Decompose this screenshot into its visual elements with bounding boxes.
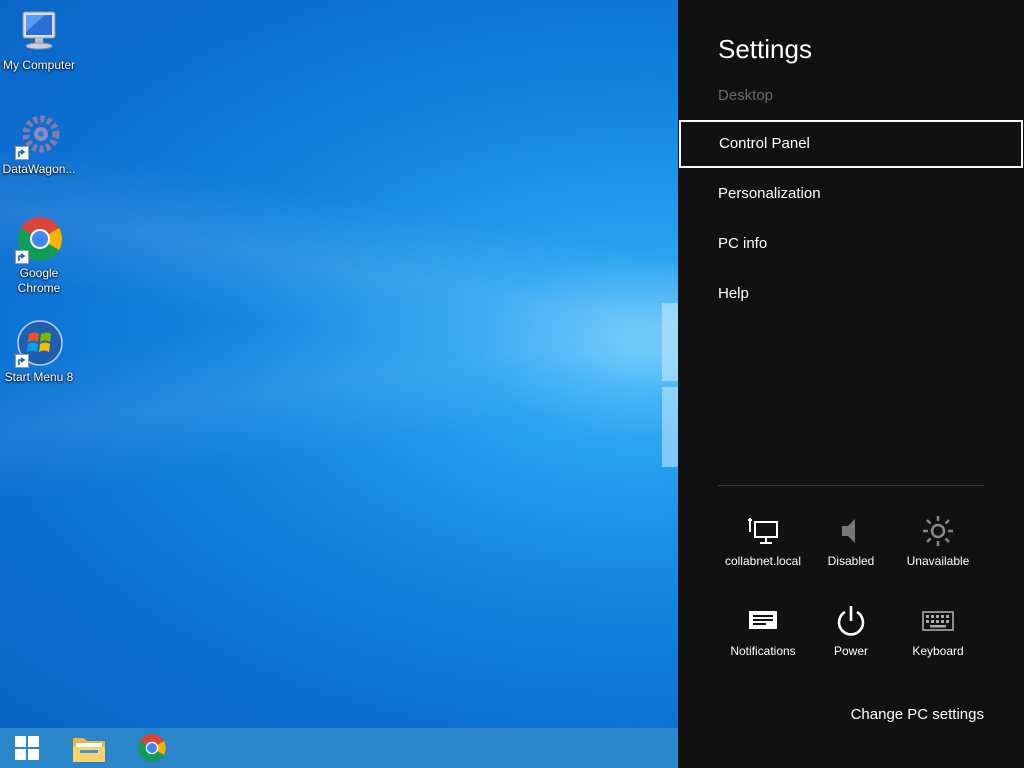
quick-label: collabnet.local (724, 554, 802, 568)
taskbar-chrome[interactable] (128, 728, 176, 768)
power-icon (837, 606, 865, 636)
start-menu-8-icon (15, 320, 63, 368)
wallpaper-window-pane (662, 387, 678, 467)
settings-item-personalization[interactable]: Personalization (679, 170, 1023, 218)
network-icon (748, 518, 778, 544)
desktop-icon-google-chrome[interactable]: Google Chrome (2, 216, 76, 296)
quick-volume[interactable]: Disabled (807, 512, 895, 582)
shortcut-arrow-icon (15, 146, 29, 160)
quick-notifications[interactable]: Notifications (719, 602, 807, 672)
quick-brightness[interactable]: Unavailable (894, 512, 982, 582)
quick-label: Power (833, 644, 868, 658)
desktop-icon-label: My Computer (2, 58, 76, 72)
settings-item-pc-info[interactable]: PC info (679, 220, 1023, 268)
desktop-icon-datawagon[interactable]: DataWagon... (2, 112, 76, 177)
keyboard-icon (922, 611, 954, 631)
settings-item-help[interactable]: Help (679, 270, 1023, 318)
taskbar-file-explorer[interactable] (65, 728, 113, 768)
shortcut-arrow-icon (15, 354, 29, 368)
desktop-icon-my-computer[interactable]: My Computer (2, 8, 76, 73)
wallpaper-window-pane (662, 303, 678, 381)
brightness-icon (923, 516, 953, 546)
divider (718, 485, 984, 486)
desktop-icon-label: Google Chrome (17, 266, 61, 295)
quick-keyboard[interactable]: Keyboard (894, 602, 982, 672)
volume-icon (842, 519, 855, 543)
shortcut-arrow-icon (15, 250, 29, 264)
quick-label: Keyboard (912, 644, 964, 658)
computer-icon (15, 8, 63, 56)
windows-start-icon (15, 736, 39, 760)
chrome-icon (138, 734, 166, 762)
chrome-icon (15, 216, 63, 264)
quick-label: Disabled (827, 554, 875, 568)
taskbar (0, 728, 678, 768)
desktop-icon-label: DataWagon... (2, 162, 76, 176)
settings-charm: Settings Desktop Control Panel Personali… (678, 0, 1024, 768)
desktop: My Computer DataWagon... Google Chrome S… (0, 0, 678, 728)
charm-context: Desktop (718, 87, 774, 104)
change-pc-settings-link[interactable]: Change PC settings (851, 706, 984, 723)
charm-title: Settings (718, 34, 812, 64)
quick-network[interactable]: collabnet.local (719, 512, 807, 582)
desktop-icon-start-menu-8[interactable]: Start Menu 8 (2, 320, 76, 385)
quick-power[interactable]: Power (807, 602, 895, 672)
quick-label: Notifications (730, 644, 796, 658)
datawagon-icon (15, 112, 63, 160)
start-button[interactable] (3, 728, 51, 768)
file-explorer-icon (73, 738, 105, 762)
quick-label: Unavailable (906, 554, 970, 568)
notifications-icon (749, 611, 777, 629)
desktop-icon-label: Start Menu 8 (4, 370, 74, 384)
settings-item-control-panel[interactable]: Control Panel (679, 120, 1023, 168)
